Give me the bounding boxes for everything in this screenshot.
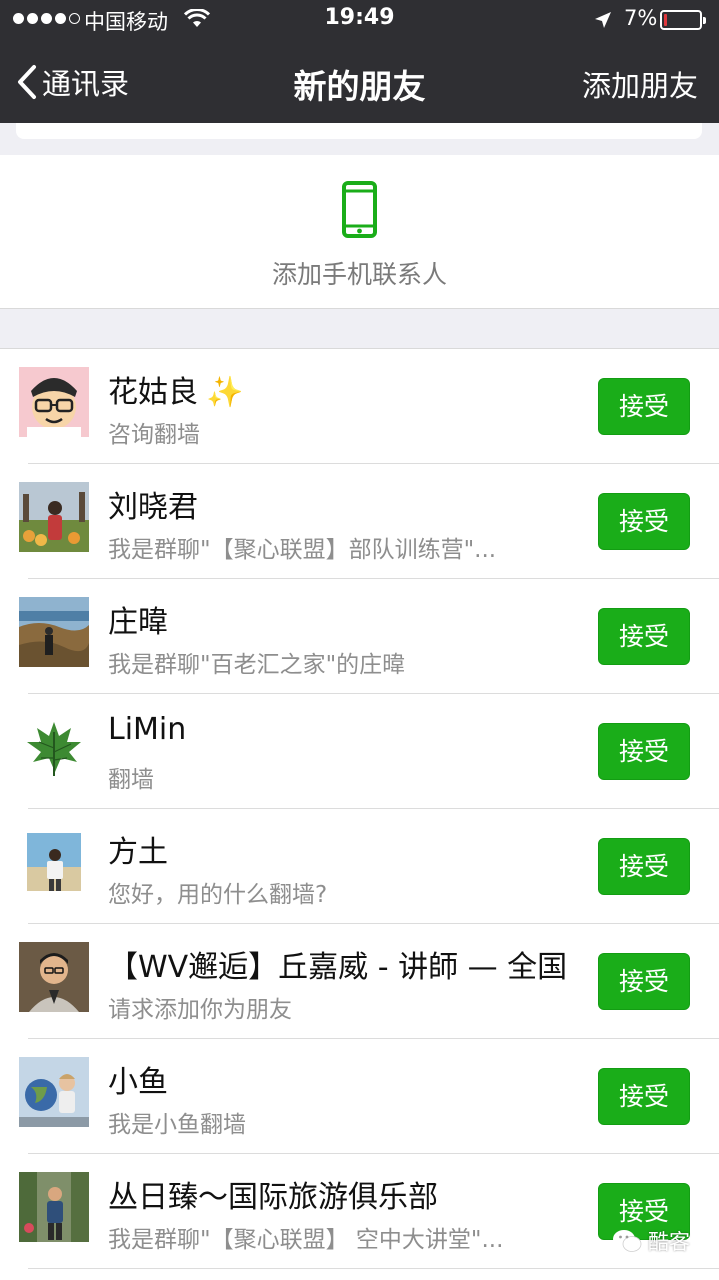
request-message: 我是小鱼翻墙 <box>108 1112 246 1138</box>
list-item[interactable]: LiMin 翻墙 接受 <box>0 694 719 809</box>
avatar[interactable] <box>19 712 89 782</box>
list-item[interactable]: 花姑良 ✨ 咨询翻墙 接受 <box>0 349 719 464</box>
avatar[interactable] <box>19 1057 89 1127</box>
sparkle-emoji: ✨ <box>206 375 244 410</box>
nav-bar: 通讯录 新的朋友 添加朋友 <box>0 40 719 123</box>
add-friend-button[interactable]: 添加朋友 <box>582 63 698 105</box>
request-message: 咨询翻墙 <box>108 422 200 448</box>
status-bar: 中国移动 19:49 7% <box>0 0 719 40</box>
avatar[interactable] <box>19 597 89 667</box>
search-area <box>0 123 719 155</box>
accept-button[interactable]: 接受 <box>598 1068 690 1125</box>
watermark-text: 酷客 <box>648 1230 690 1254</box>
request-message: 我是群聊"百老汇之家"的庄暐 <box>108 652 406 678</box>
request-name: 小鱼 <box>108 1065 168 1100</box>
search-input[interactable] <box>16 123 702 139</box>
request-name: 庄暐 <box>108 605 168 640</box>
battery-percent: 7% <box>624 6 658 30</box>
add-phone-contacts-label: 添加手机联系人 <box>271 260 447 289</box>
avatar[interactable] <box>19 1172 89 1242</box>
watermark: 酷客 <box>612 1226 690 1256</box>
divider <box>28 1268 719 1269</box>
location-arrow-icon <box>595 12 611 28</box>
request-message: 您好，用的什么翻墙? <box>108 882 328 908</box>
phone-icon <box>342 181 377 238</box>
avatar[interactable] <box>19 482 89 552</box>
add-phone-contacts-button[interactable]: 添加手机联系人 <box>0 155 719 309</box>
request-name: 刘晓君 <box>108 490 198 525</box>
request-message: 我是群聊"【聚心联盟】部队训练营"... <box>108 537 497 563</box>
wechat-logo-icon <box>613 1230 642 1252</box>
request-message: 翻墙 <box>108 767 154 793</box>
request-name: 方土 <box>108 835 168 870</box>
avatar[interactable] <box>19 367 89 437</box>
top-bar: 中国移动 19:49 7% 通讯录 新的朋友 添加朋友 <box>0 0 719 123</box>
list-item[interactable]: 小鱼 我是小鱼翻墙 接受 <box>0 1039 719 1154</box>
accept-button[interactable]: 接受 <box>598 493 690 550</box>
list-item[interactable]: 庄暐 我是群聊"百老汇之家"的庄暐 接受 <box>0 579 719 694</box>
list-item[interactable]: 刘晓君 我是群聊"【聚心联盟】部队训练营"... 接受 <box>0 464 719 579</box>
request-message: 我是群聊"【聚心联盟】 空中大讲堂"... <box>108 1227 504 1253</box>
request-name: 丛日臻～国际旅游俱乐部 <box>108 1180 438 1215</box>
avatar[interactable] <box>19 942 89 1012</box>
request-name: 花姑良 ✨ <box>108 375 244 410</box>
list-item[interactable]: 【WV邂逅】丘嘉威 - 讲師 — 全国 请求添加你为朋友 接受 <box>0 924 719 1039</box>
accept-button[interactable]: 接受 <box>598 378 690 435</box>
avatar[interactable] <box>19 827 89 897</box>
list-item[interactable]: 方土 您好，用的什么翻墙? 接受 <box>0 809 719 924</box>
accept-button[interactable]: 接受 <box>598 953 690 1010</box>
accept-button[interactable]: 接受 <box>598 723 690 780</box>
request-name: 【WV邂逅】丘嘉威 - 讲師 — 全国 <box>108 950 568 985</box>
friend-request-list: 花姑良 ✨ 咨询翻墙 接受 刘晓君 我是群聊"【聚心联盟】部队训练营"... 接受 <box>0 348 719 1280</box>
battery-icon <box>660 10 706 30</box>
accept-button[interactable]: 接受 <box>598 838 690 895</box>
request-message: 请求添加你为朋友 <box>108 997 292 1023</box>
request-name: LiMin <box>108 712 187 747</box>
accept-button[interactable]: 接受 <box>598 608 690 665</box>
